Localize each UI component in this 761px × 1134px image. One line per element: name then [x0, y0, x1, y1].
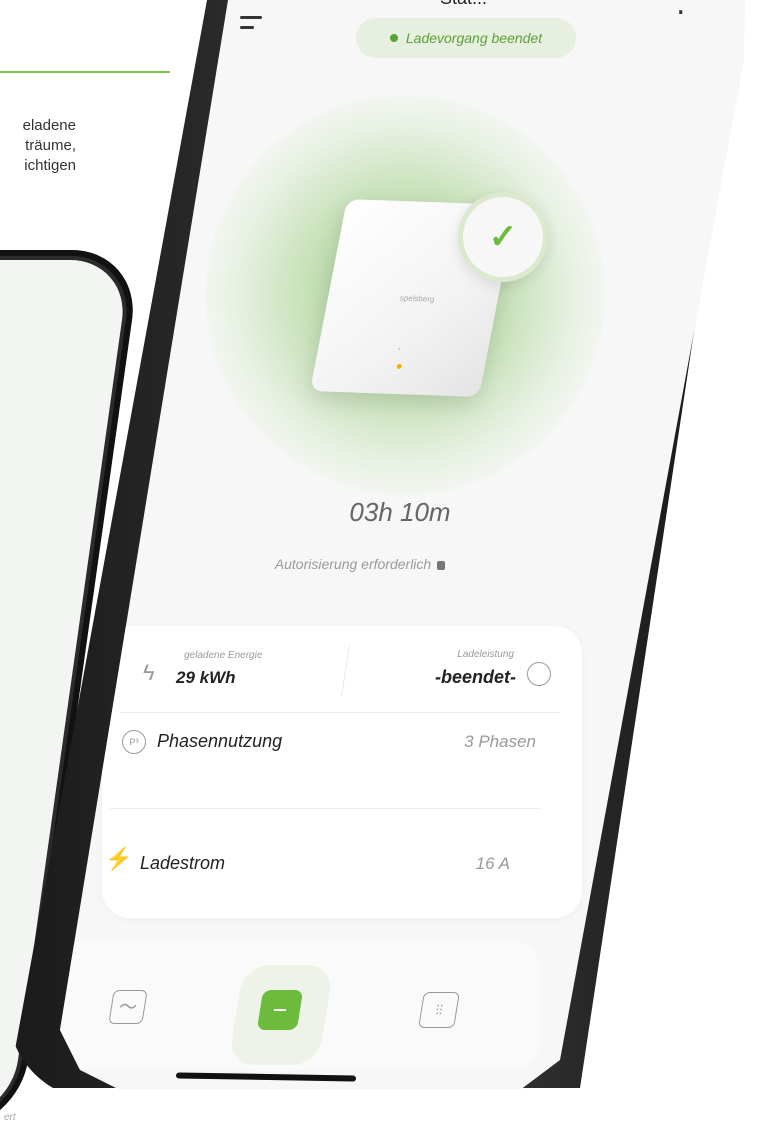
- marketing-text-line: ichtigen: [24, 157, 76, 174]
- power-value: -beendet-: [435, 667, 516, 687]
- status-text: Ladevorgang beendet: [405, 30, 543, 46]
- energy-label: geladene Energie: [184, 650, 263, 661]
- menu-icon[interactable]: [240, 16, 262, 36]
- more-options-icon[interactable]: ⁚: [676, 0, 686, 20]
- wallbox-logo: spelsberg: [399, 293, 436, 304]
- charge-current-value: 16 A: [475, 854, 510, 873]
- plug-icon: ⚡: [105, 846, 133, 871]
- wallbox-led-label: •: [397, 346, 401, 353]
- marketing-text: eladene träume, ichtigen: [0, 116, 76, 176]
- row-divider: [120, 712, 560, 713]
- power-label: Ladeleistung: [457, 649, 514, 660]
- marketing-text-line: träume,: [25, 137, 76, 154]
- phase-usage-value: 3 Phasen: [464, 732, 536, 751]
- status-badge: Ladevorgang beendet: [356, 18, 576, 58]
- marketing-text-line: eladene: [22, 117, 76, 134]
- row-divider: [110, 808, 540, 809]
- settings-tab-icon[interactable]: ⫶⫶: [418, 992, 460, 1028]
- phase-icon: P³: [122, 730, 146, 754]
- statistics-tab-icon[interactable]: 〜: [108, 990, 148, 1024]
- lock-icon: [437, 561, 446, 570]
- gauge-icon: [527, 662, 551, 686]
- lightning-icon: ϟ: [143, 660, 155, 685]
- energy-value: 29 kWh: [176, 668, 236, 687]
- check-icon: ✓: [458, 192, 548, 282]
- auth-note: Autorisierung erforderlich: [240, 556, 480, 572]
- page-title: Stat...: [440, 0, 487, 9]
- status-dot-icon: [389, 34, 398, 42]
- auth-note-text: Autorisierung erforderlich: [274, 556, 432, 572]
- charge-duration: 03h 10m: [349, 497, 451, 527]
- phase-usage-label: Phasennutzung: [157, 731, 283, 751]
- charge-current-label: Ladestrom: [140, 853, 226, 873]
- home-indicator[interactable]: [175, 1072, 357, 1082]
- wallbox-led: [396, 363, 403, 370]
- wallbox-tab-icon[interactable]: [256, 990, 304, 1030]
- bottom-text-fragment: ert: [4, 1112, 16, 1123]
- accent-rule: [0, 71, 170, 73]
